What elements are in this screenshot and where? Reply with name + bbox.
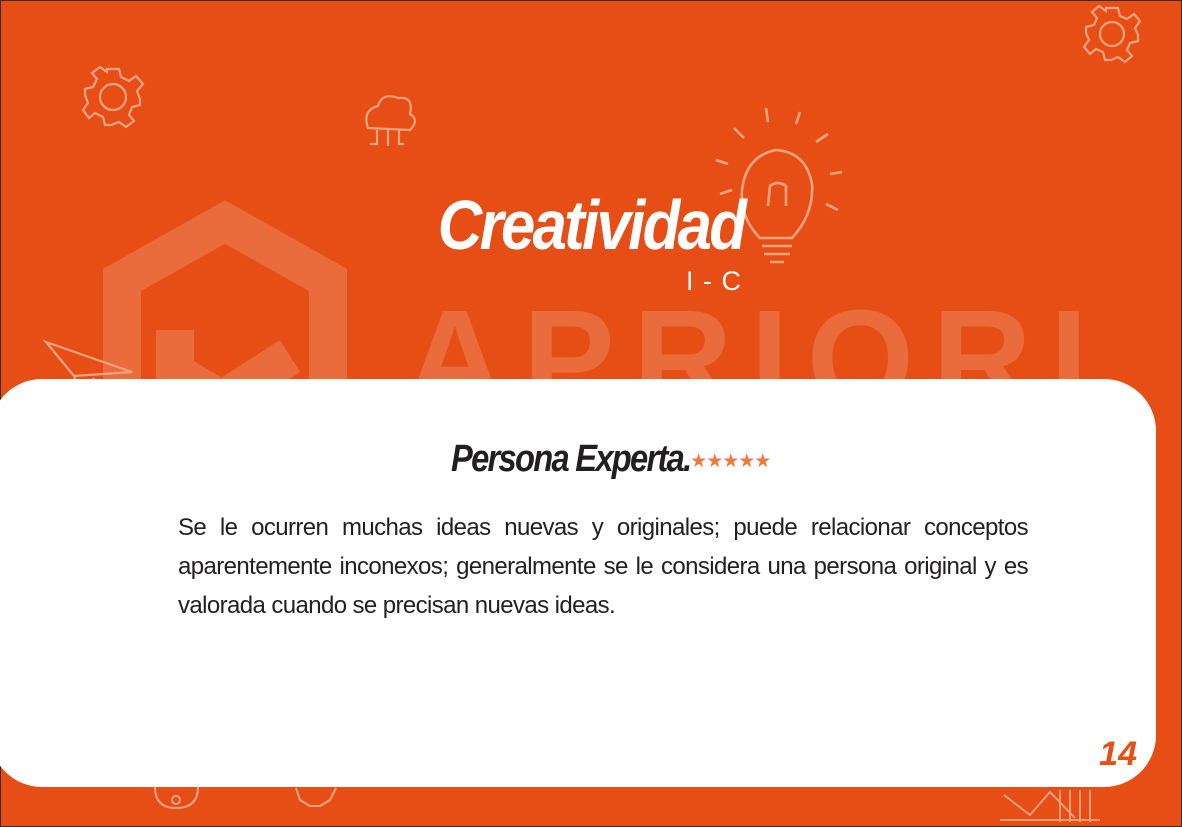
level-heading: Persona Experta.★★★★★: [0, 440, 1182, 478]
background: APRIORI: [0, 0, 1182, 827]
description-text: Se le ocurren muchas ideas nuevas y orig…: [178, 514, 1029, 619]
page-number: 14: [1099, 735, 1137, 773]
competency-code: I - C: [686, 266, 742, 296]
card-page: APRIORI Creatividad I - C Persona Expert…: [0, 0, 1182, 827]
star-rating: ★★★★★: [690, 450, 771, 472]
page-title: Creatividad: [437, 186, 747, 264]
level-label: Persona Experta.: [450, 438, 692, 480]
